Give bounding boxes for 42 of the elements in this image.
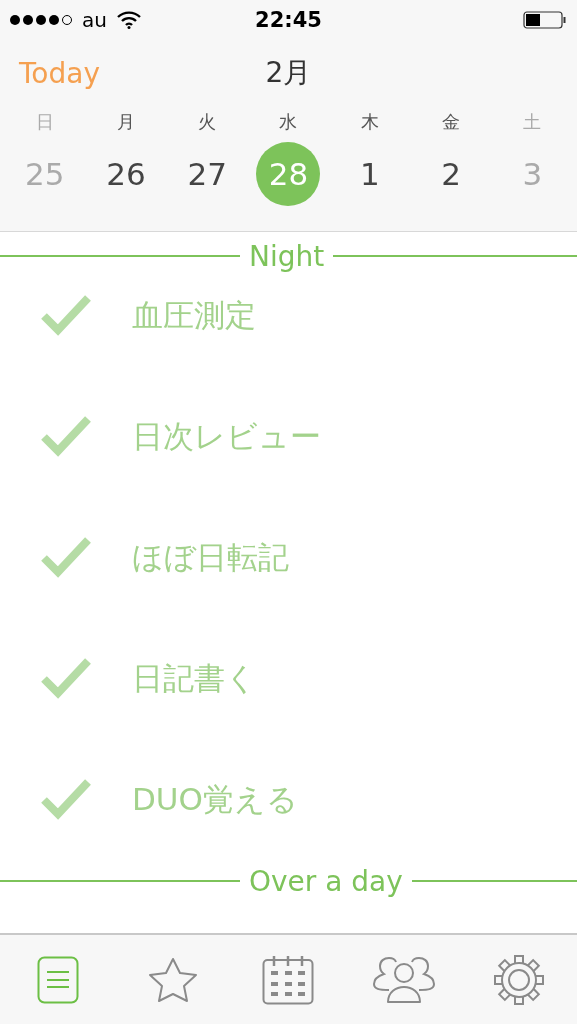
- wifi-icon: [116, 11, 141, 29]
- check-icon[interactable]: [40, 536, 92, 578]
- star-icon: [148, 956, 199, 1003]
- tab-button[interactable]: [494, 954, 545, 1005]
- check-icon[interactable]: [40, 415, 92, 457]
- check-icon[interactable]: [40, 657, 92, 699]
- carrier-name: au: [82, 8, 107, 32]
- task-label[interactable]: 日記書く: [132, 657, 257, 699]
- date-cell[interactable]: 26: [93, 142, 158, 206]
- tab-button[interactable]: [148, 956, 199, 1003]
- settings-icon: [494, 954, 545, 1005]
- check-icon[interactable]: [40, 294, 92, 336]
- date-cell[interactable]: 27: [175, 142, 240, 206]
- weekday-label: 金: [442, 110, 461, 134]
- weekday-label: 木: [360, 110, 379, 134]
- tab-button[interactable]: [36, 955, 79, 1004]
- date-cell[interactable]: 3: [500, 142, 565, 206]
- weekday-label: 月: [116, 110, 135, 134]
- weekday-label: 日: [35, 110, 54, 134]
- battery-icon: [523, 10, 567, 30]
- task-label[interactable]: 血圧測定: [132, 294, 256, 336]
- date-cell[interactable]: 2: [419, 142, 484, 206]
- weekday-label: 火: [198, 110, 217, 134]
- date-cell[interactable]: 1: [337, 142, 402, 206]
- people-icon: [370, 955, 437, 1004]
- task-label[interactable]: 日次レビュー: [132, 415, 321, 457]
- status-time: 22:45: [255, 8, 322, 32]
- weekday-label: 水: [279, 110, 298, 134]
- section-title: Night: [248, 239, 326, 273]
- date-cell[interactable]: 28: [256, 142, 321, 206]
- list-icon: [36, 955, 79, 1004]
- date-cell[interactable]: 25: [12, 142, 77, 206]
- task-label[interactable]: DUO覚える: [132, 778, 298, 820]
- tab-button[interactable]: [370, 955, 437, 1004]
- check-icon[interactable]: [40, 778, 92, 820]
- month-title: 2月: [265, 55, 312, 91]
- tab-button[interactable]: [262, 954, 315, 1005]
- calendar-icon: [262, 954, 315, 1005]
- weekday-label: 土: [523, 110, 542, 134]
- task-label[interactable]: ほぼ日転記: [132, 536, 289, 578]
- today-button[interactable]: Today: [19, 56, 100, 90]
- section-title: Over a day: [248, 864, 404, 898]
